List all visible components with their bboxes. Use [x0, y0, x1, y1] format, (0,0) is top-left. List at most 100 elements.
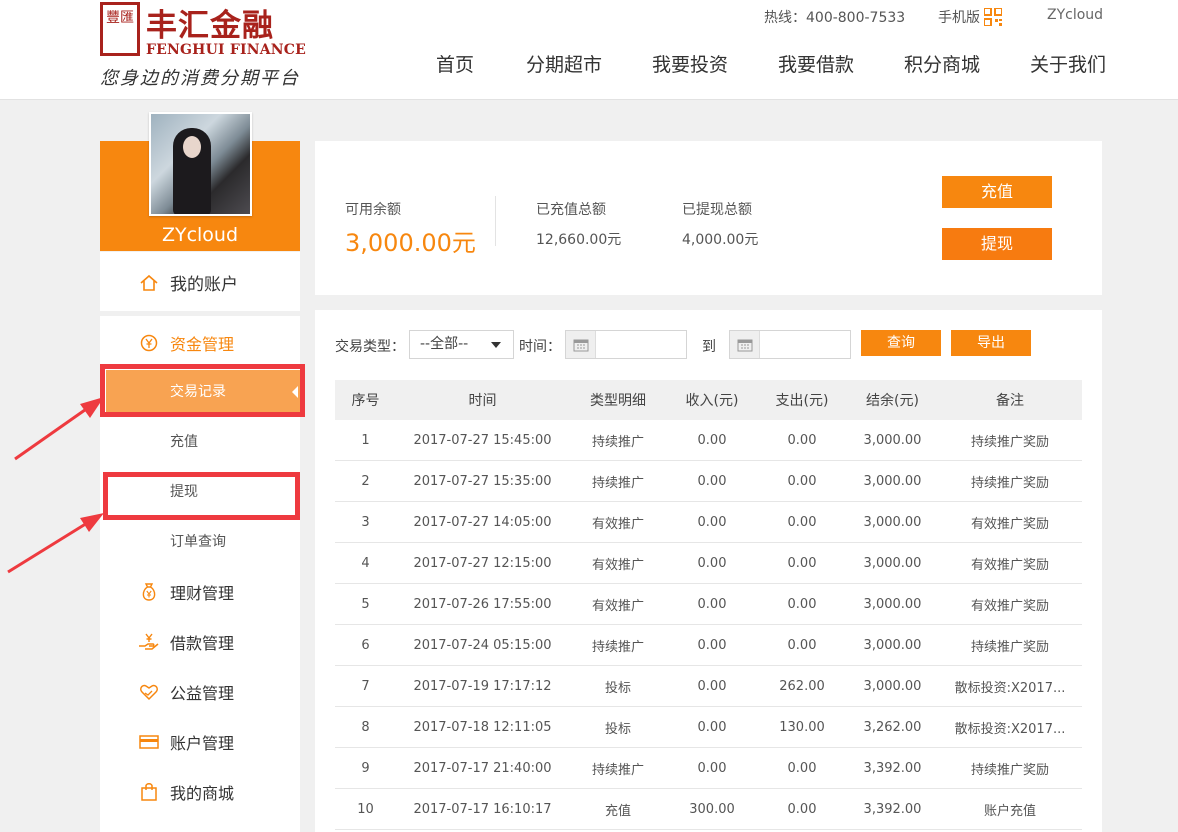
column-header: 序号	[351, 393, 380, 409]
table-cell: 持续推广奖励	[970, 762, 1049, 778]
table-cell: 0.00	[697, 596, 727, 612]
transaction-type-select[interactable]: --全部--	[409, 330, 514, 359]
table-cell: 账户充值	[983, 803, 1036, 819]
sidebar-item-label: 账户管理	[170, 734, 235, 753]
available-balance-value: 3,000.00元	[345, 229, 476, 257]
sidebar-item-label: 公益管理	[170, 684, 235, 703]
active-arrow-icon	[292, 386, 298, 398]
yen-circle-icon	[137, 332, 161, 354]
sidebar-item-label: 我的商城	[170, 784, 235, 803]
table-row[interactable]: 4 2017-07-27 12:15:00 有效推广 0.00 0.00 3,000.00…	[335, 543, 1082, 584]
table-cell: 0.00	[697, 432, 727, 448]
table-cell: 2017-07-19 17:17:12	[413, 678, 552, 694]
sidebar-sub-label: 提现	[170, 484, 198, 500]
table-row[interactable]: 9 2017-07-17 21:40:00 持续推广 0.00 0.00 3,392.00…	[335, 748, 1082, 789]
table-cell: 7	[361, 678, 370, 694]
table-cell: 0.00	[697, 514, 727, 530]
table-body: 1 2017-07-27 15:45:00 持续推广 0.00 0.00 3,000.00…	[335, 420, 1082, 830]
table-cell: 0.00	[787, 514, 817, 530]
table-cell: 3,000.00	[863, 473, 922, 489]
table-row[interactable]: 8 2017-07-18 12:11:05 投标 0.00 130.00 3,262.00…	[335, 707, 1082, 748]
table-row[interactable]: 2 2017-07-27 15:35:00 持续推广 0.00 0.00 3,000.00…	[335, 461, 1082, 502]
header-username[interactable]: ZYcloud	[1047, 7, 1103, 23]
sidebar-sub-recharge[interactable]: 充值	[100, 420, 300, 464]
table-cell: 0.00	[787, 555, 817, 571]
sidebar-sub-transactions[interactable]: 交易记录	[106, 370, 300, 414]
available-balance-label: 可用余额	[345, 202, 401, 218]
sidebar-item-funds[interactable]: 资金管理	[100, 331, 300, 355]
heart-hand-icon	[137, 681, 161, 703]
sidebar-item-charity[interactable]: 公益管理	[100, 680, 300, 704]
table-cell: 投标	[604, 680, 631, 696]
table-cell: 0.00	[697, 555, 727, 571]
balance-divider	[495, 196, 496, 246]
sidebar-item-account-settings[interactable]: 账户管理	[100, 730, 300, 754]
recharge-button[interactable]: 充值	[942, 176, 1052, 208]
table-cell: 有效推广	[591, 516, 644, 532]
query-button[interactable]: 查询	[861, 330, 941, 356]
nav-installment-market[interactable]: 分期超市	[526, 50, 602, 77]
table-row[interactable]: 1 2017-07-27 15:45:00 持续推广 0.00 0.00 3,000.00…	[335, 420, 1082, 461]
transactions-table: 序号 时间 类型明细 收入(元) 支出(元) 结余(元) 备注 1 2017-07-27 15…	[335, 380, 1082, 830]
withdraw-button[interactable]: 提现	[942, 228, 1052, 260]
table-cell: 1	[361, 432, 370, 448]
table-cell: 3,000.00	[863, 596, 922, 612]
table-cell: 0.00	[787, 801, 817, 817]
table-row[interactable]: 7 2017-07-19 17:17:12 投标 0.00 262.00 3,000.00…	[335, 666, 1082, 707]
column-header: 支出(元)	[775, 393, 829, 409]
avatar[interactable]	[149, 112, 252, 216]
nav-invest[interactable]: 我要投资	[652, 50, 728, 77]
sidebar-sub-orders[interactable]: 订单查询	[100, 520, 300, 564]
nav-borrow[interactable]: 我要借款	[778, 50, 854, 77]
export-button[interactable]: 导出	[951, 330, 1031, 356]
total-recharged-value: 12,660.00元	[536, 232, 622, 248]
column-header: 收入(元)	[685, 393, 739, 409]
table-cell: 有效推广奖励	[970, 598, 1049, 614]
table-cell: 3,392.00	[863, 760, 922, 776]
column-header: 结余(元)	[866, 393, 919, 409]
table-cell: 0.00	[697, 637, 727, 653]
table-cell: 散标投资:X2017...	[954, 680, 1066, 696]
table-cell: 2017-07-27 15:35:00	[413, 473, 552, 489]
table-cell: 2017-07-27 15:45:00	[413, 432, 552, 448]
table-cell: 有效推广奖励	[970, 557, 1049, 573]
calendar-icon	[730, 331, 760, 358]
sidebar-sub-label: 充值	[170, 434, 198, 450]
nav-home[interactable]: 首页	[436, 50, 474, 77]
table-cell: 3,000.00	[863, 432, 922, 448]
nav-points-mall[interactable]: 积分商城	[904, 50, 980, 77]
brand-slogan: 您身边的消费分期平台	[100, 68, 300, 89]
qr-code-icon	[983, 7, 1003, 27]
table-cell: 2017-07-17 21:40:00	[413, 760, 552, 776]
table-cell: 130.00	[779, 719, 825, 735]
sidebar-item-label: 理财管理	[170, 584, 235, 603]
end-date-input[interactable]	[729, 330, 851, 359]
table-cell: 3,000.00	[863, 678, 922, 694]
table-row[interactable]: 6 2017-07-24 05:15:00 持续推广 0.00 0.00 3,000.00…	[335, 625, 1082, 666]
table-cell: 5	[361, 596, 370, 612]
mobile-version-link[interactable]: 手机版	[938, 7, 1003, 27]
table-cell: 持续推广奖励	[970, 639, 1049, 655]
table-cell: 2017-07-24 05:15:00	[413, 637, 552, 653]
calendar-icon	[566, 331, 596, 358]
hand-yen-icon	[137, 631, 161, 653]
table-cell: 3	[361, 514, 370, 530]
sidebar-item-wealth[interactable]: 理财管理	[100, 580, 300, 604]
table-cell: 持续推广奖励	[970, 475, 1049, 491]
table-cell: 持续推广奖励	[970, 434, 1049, 450]
table-cell: 0.00	[787, 432, 817, 448]
sidebar-item-my-account[interactable]: 我的账户	[100, 270, 300, 295]
table-cell: 3,000.00	[863, 514, 922, 530]
nav-about-us[interactable]: 关于我们	[1030, 50, 1106, 77]
table-row[interactable]: 3 2017-07-27 14:05:00 有效推广 0.00 0.00 3,000.00…	[335, 502, 1082, 543]
table-cell: 0.00	[697, 760, 727, 776]
table-row[interactable]: 10 2017-07-17 16:10:17 充值 300.00 0.00 3,392.0…	[335, 789, 1082, 830]
table-row[interactable]: 5 2017-07-26 17:55:00 有效推广 0.00 0.00 3,000.00…	[335, 584, 1082, 625]
sidebar-item-my-mall[interactable]: 我的商城	[100, 780, 300, 804]
start-date-input[interactable]	[565, 330, 687, 359]
sidebar-sub-withdraw[interactable]: 提现	[100, 470, 300, 514]
table-cell: 有效推广	[591, 598, 644, 614]
brand-logo[interactable]: 豐匯 丰汇金融 FENGHUI FINANCE 您身边的消费分期平台	[100, 0, 310, 92]
sidebar-item-loans[interactable]: 借款管理	[100, 630, 300, 654]
sidebar-item-label: 我的账户	[170, 275, 238, 295]
